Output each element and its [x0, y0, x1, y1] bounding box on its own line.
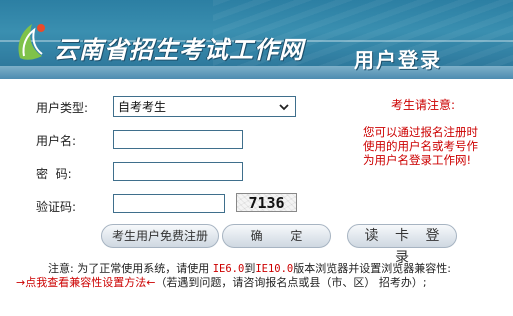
captcha-text: 7136 — [248, 194, 285, 212]
site-title: 云南省招生考试工作网 — [54, 36, 304, 64]
register-button[interactable]: 考生用户免费注册 — [101, 224, 219, 248]
compat-notice-suffix: （若遇到问题，请咨询报名点或县（市、区） 招考办）; — [155, 276, 427, 289]
leaf-logo-icon — [18, 24, 45, 60]
password-input[interactable] — [113, 162, 243, 181]
user-type-label: 用户类型: — [36, 101, 89, 115]
password-label: 密 码: — [36, 167, 72, 181]
notice-body: 您可以通过报名注册时使用的用户名或考号作为用户名登录工作网! — [363, 125, 478, 167]
user-type-select[interactable]: 自考考生 — [113, 96, 296, 117]
chevron-down-icon[interactable] — [277, 100, 291, 114]
captcha-label: 验证码: — [36, 200, 77, 214]
card-login-button[interactable]: 读 卡 登 录 — [347, 224, 457, 266]
compat-settings-link[interactable]: →点我查看兼容性设置方法← — [16, 276, 155, 289]
captcha-input[interactable] — [113, 194, 225, 213]
username-input[interactable] — [113, 130, 243, 149]
captcha-image[interactable]: 7136 — [236, 193, 297, 212]
compat-notice: →点我查看兼容性设置方法←（若遇到问题，请咨询报名点或县（市、区） 招考办）; — [16, 274, 506, 290]
username-label: 用户名: — [36, 134, 77, 148]
header-banner: 云南省招生考试工作网 用户登录 — [0, 0, 513, 79]
login-title: 用户登录 — [354, 48, 442, 72]
user-type-value: 自考考生 — [118, 100, 167, 114]
notice-title: 考生请注意: — [391, 98, 456, 112]
confirm-button[interactable]: 确 定 — [222, 224, 331, 248]
